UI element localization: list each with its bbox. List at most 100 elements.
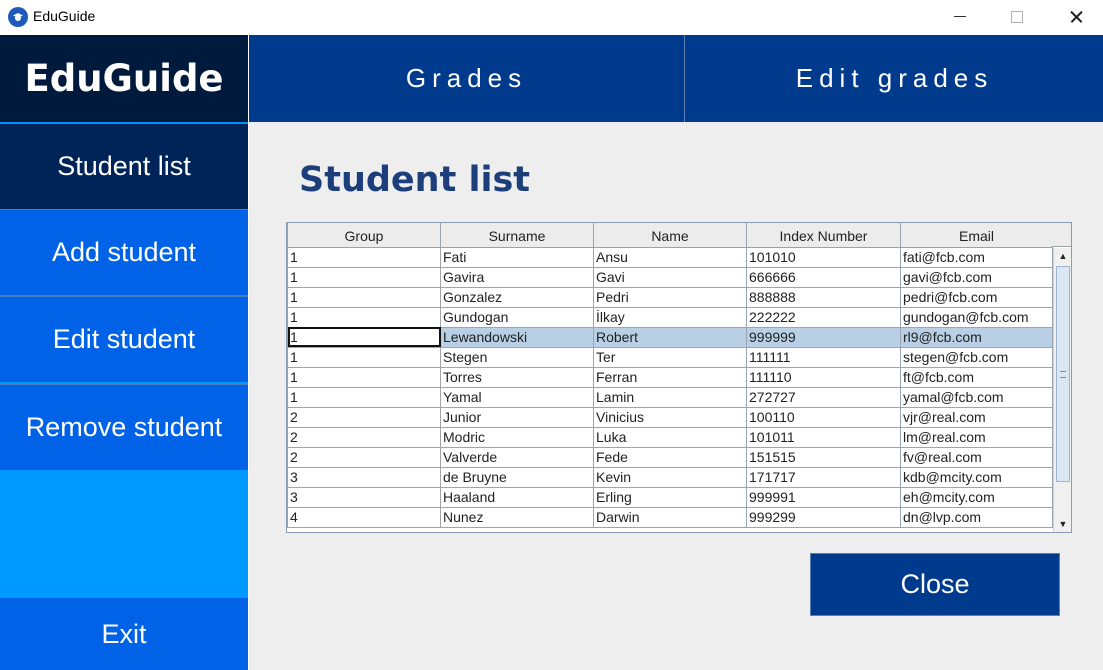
- table-cell[interactable]: fati@fcb.com: [900, 247, 1053, 268]
- table-cell[interactable]: Pedri: [593, 287, 747, 308]
- table-cell[interactable]: Junior: [440, 407, 594, 428]
- table-cell[interactable]: 1: [287, 267, 441, 288]
- table-cell[interactable]: Darwin: [593, 507, 747, 528]
- table-cell[interactable]: rl9@fcb.com: [900, 327, 1053, 348]
- close-button[interactable]: Close: [810, 553, 1060, 616]
- table-cell[interactable]: 2: [287, 427, 441, 448]
- table-cell[interactable]: Valverde: [440, 447, 594, 468]
- column-header-group[interactable]: Group: [287, 223, 441, 248]
- table-cell[interactable]: stegen@fcb.com: [900, 347, 1053, 368]
- table-cell[interactable]: 3: [287, 487, 441, 508]
- scroll-up-icon[interactable]: ▲: [1054, 248, 1072, 264]
- table-cell[interactable]: Luka: [593, 427, 747, 448]
- table-cell[interactable]: 1: [287, 327, 441, 348]
- column-header-name[interactable]: Name: [593, 223, 747, 248]
- table-cell[interactable]: 1: [287, 247, 441, 268]
- exit-button[interactable]: Exit: [0, 597, 248, 670]
- table-cell[interactable]: Gavi: [593, 267, 747, 288]
- table-cell[interactable]: de Bruyne: [440, 467, 594, 488]
- table-cell[interactable]: 272727: [746, 387, 901, 408]
- table-cell[interactable]: dn@lvp.com: [900, 507, 1053, 528]
- table-cell[interactable]: 999991: [746, 487, 901, 508]
- table-cell[interactable]: fv@real.com: [900, 447, 1053, 468]
- table-cell[interactable]: Lewandowski: [440, 327, 594, 348]
- table-cell[interactable]: 151515: [746, 447, 901, 468]
- tab-edit-grades[interactable]: Edit grades: [686, 35, 1103, 122]
- column-header-email[interactable]: Email: [900, 223, 1053, 248]
- table-cell[interactable]: lm@real.com: [900, 427, 1053, 448]
- table-cell[interactable]: gundogan@fcb.com: [900, 307, 1053, 328]
- table-cell[interactable]: 222222: [746, 307, 901, 328]
- table-cell[interactable]: Haaland: [440, 487, 594, 508]
- table-row[interactable]: 3 Haaland Erling 999991 eh@mcity.com: [287, 487, 1053, 508]
- table-row[interactable]: 4 Nunez Darwin 999299 dn@lvp.com: [287, 507, 1053, 528]
- scroll-down-icon[interactable]: ▼: [1054, 516, 1072, 532]
- table-cell[interactable]: kdb@mcity.com: [900, 467, 1053, 488]
- table-cell[interactable]: pedri@fcb.com: [900, 287, 1053, 308]
- table-cell[interactable]: 100110: [746, 407, 901, 428]
- scrollbar-thumb[interactable]: [1056, 266, 1070, 482]
- table-cell[interactable]: 666666: [746, 267, 901, 288]
- table-cell[interactable]: 4: [287, 507, 441, 528]
- table-row[interactable]: 1 Lewandowski Robert 999999 rl9@fcb.com: [287, 327, 1053, 348]
- table-cell[interactable]: vjr@real.com: [900, 407, 1053, 428]
- table-cell[interactable]: 999299: [746, 507, 901, 528]
- table-cell[interactable]: İlkay: [593, 307, 747, 328]
- table-cell[interactable]: Kevin: [593, 467, 747, 488]
- table-row[interactable]: 2 Junior Vinicius 100110 vjr@real.com: [287, 407, 1053, 428]
- close-icon[interactable]: [1053, 0, 1099, 35]
- table-cell[interactable]: 101011: [746, 427, 901, 448]
- table-cell[interactable]: Robert: [593, 327, 747, 348]
- table-cell[interactable]: Yamal: [440, 387, 594, 408]
- table-cell[interactable]: ft@fcb.com: [900, 367, 1053, 388]
- table-cell[interactable]: 1: [287, 387, 441, 408]
- sidebar-item-edit-student[interactable]: Edit student: [0, 296, 248, 382]
- table-row[interactable]: 3 de Bruyne Kevin 171717 kdb@mcity.com: [287, 467, 1053, 488]
- table-cell[interactable]: 111110: [746, 367, 901, 388]
- table-cell[interactable]: 888888: [746, 287, 901, 308]
- table-cell[interactable]: Fati: [440, 247, 594, 268]
- table-cell[interactable]: 3: [287, 467, 441, 488]
- table-cell[interactable]: Gavira: [440, 267, 594, 288]
- table-cell[interactable]: 101010: [746, 247, 901, 268]
- table-row[interactable]: 2 Valverde Fede 151515 fv@real.com: [287, 447, 1053, 468]
- table-cell[interactable]: Lamin: [593, 387, 747, 408]
- table-row[interactable]: 1 Gundogan İlkay 222222 gundogan@fcb.com: [287, 307, 1053, 328]
- table-row[interactable]: 1 Yamal Lamin 272727 yamal@fcb.com: [287, 387, 1053, 408]
- table-cell[interactable]: 1: [287, 367, 441, 388]
- vertical-scrollbar[interactable]: ▲ ▼: [1053, 248, 1071, 532]
- table-row[interactable]: 1 Stegen Ter 111111 stegen@fcb.com: [287, 347, 1053, 368]
- table-cell[interactable]: 1: [287, 347, 441, 368]
- sidebar-item-remove-student[interactable]: Remove student: [0, 384, 248, 470]
- table-cell[interactable]: Gundogan: [440, 307, 594, 328]
- table-cell[interactable]: Stegen: [440, 347, 594, 368]
- table-cell[interactable]: gavi@fcb.com: [900, 267, 1053, 288]
- table-cell[interactable]: 111111: [746, 347, 901, 368]
- column-header-surname[interactable]: Surname: [440, 223, 594, 248]
- table-cell[interactable]: yamal@fcb.com: [900, 387, 1053, 408]
- table-row[interactable]: 1 Gonzalez Pedri 888888 pedri@fcb.com: [287, 287, 1053, 308]
- table-cell[interactable]: Modric: [440, 427, 594, 448]
- sidebar-item-add-student[interactable]: Add student: [0, 209, 248, 295]
- maximize-icon[interactable]: [994, 0, 1040, 35]
- table-cell[interactable]: Ter: [593, 347, 747, 368]
- table-cell[interactable]: Vinicius: [593, 407, 747, 428]
- sidebar-item-student-list[interactable]: Student list: [0, 123, 248, 209]
- table-cell[interactable]: 2: [287, 407, 441, 428]
- table-cell[interactable]: Ansu: [593, 247, 747, 268]
- table-cell[interactable]: 2: [287, 447, 441, 468]
- table-cell[interactable]: 171717: [746, 467, 901, 488]
- minimize-icon[interactable]: [937, 0, 983, 35]
- table-row[interactable]: 2 Modric Luka 101011 lm@real.com: [287, 427, 1053, 448]
- table-row[interactable]: 1 Fati Ansu 101010 fati@fcb.com: [287, 247, 1053, 268]
- column-header-index-number[interactable]: Index Number: [746, 223, 901, 248]
- table-cell[interactable]: 999999: [746, 327, 901, 348]
- table-row[interactable]: 1 Gavira Gavi 666666 gavi@fcb.com: [287, 267, 1053, 288]
- table-cell[interactable]: Torres: [440, 367, 594, 388]
- table-cell[interactable]: 1: [287, 307, 441, 328]
- table-cell[interactable]: Erling: [593, 487, 747, 508]
- table-cell[interactable]: 1: [287, 287, 441, 308]
- table-cell[interactable]: Gonzalez: [440, 287, 594, 308]
- table-row[interactable]: 1 Torres Ferran 111110 ft@fcb.com: [287, 367, 1053, 388]
- table-cell[interactable]: Fede: [593, 447, 747, 468]
